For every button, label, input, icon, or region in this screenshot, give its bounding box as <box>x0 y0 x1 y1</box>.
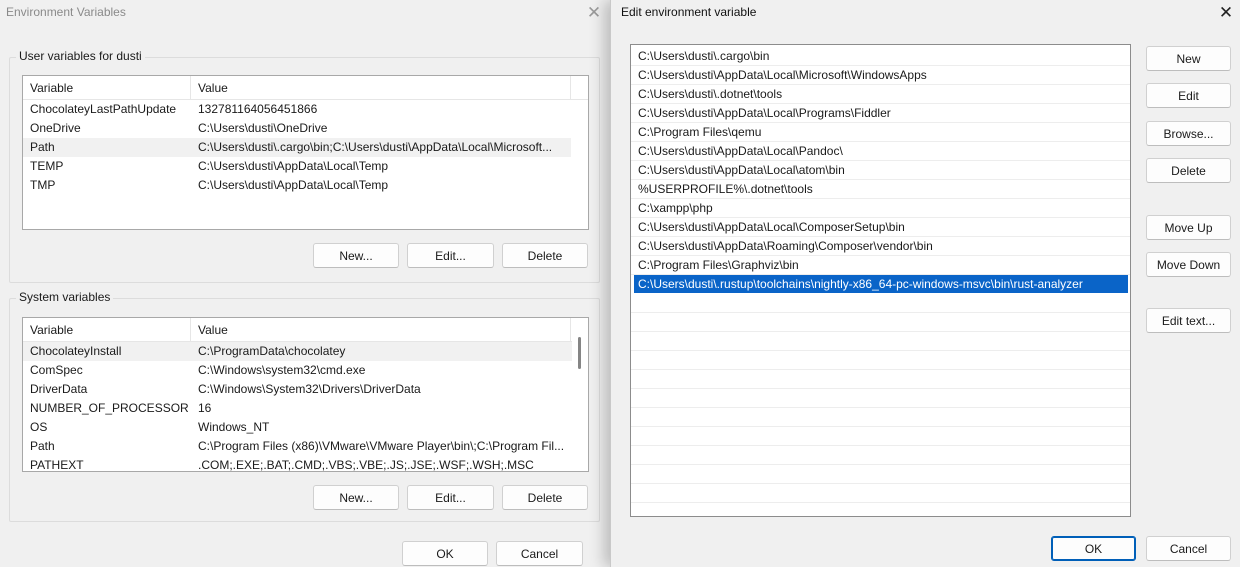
path-entry[interactable]: C:\Users\dusti\.cargo\bin <box>631 47 1130 66</box>
system-variable-variable-value: C:\Windows\system32\cmd.exe <box>198 363 366 377</box>
path-entry-empty[interactable] <box>631 370 1130 389</box>
user-new-button[interactable]: New... <box>313 243 399 268</box>
path-entry[interactable]: C:\Users\dusti\AppData\Local\atom\bin <box>631 161 1130 180</box>
system-variable-row[interactable]: OS Windows_NT <box>23 418 572 437</box>
path-delete-button[interactable]: Delete <box>1146 158 1231 183</box>
system-variables-label: System variables <box>16 290 114 304</box>
path-entry-empty[interactable] <box>631 332 1130 351</box>
system-variable-row[interactable]: DriverData C:\Windows\System32\Drivers\Dr… <box>23 380 572 399</box>
user-column-variable[interactable]: Variable <box>23 76 191 100</box>
path-entry[interactable]: C:\xampp\php <box>631 199 1130 218</box>
user-variable-variable-value: 132781164056451866 <box>198 102 318 116</box>
system-variable-variable-value: C:\Program Files (x86)\VMware\VMware Pla… <box>198 439 565 453</box>
path-entry[interactable]: C:\Program Files\Graphviz\bin <box>631 256 1130 275</box>
edit-titlebar: Edit environment variable ✕ <box>611 0 1240 24</box>
path-entries-list[interactable]: C:\Users\dusti\.cargo\bin C:\Users\dusti\… <box>630 44 1131 517</box>
system-edit-button[interactable]: Edit... <box>407 485 494 510</box>
environment-variables-dialog: Environment Variables ✕ User variables f… <box>0 0 610 567</box>
system-variable-row[interactable]: NUMBER_OF_PROCESSORS 16 <box>23 399 572 418</box>
path-edit-button[interactable]: Edit <box>1146 83 1231 108</box>
system-delete-button[interactable]: Delete <box>502 485 588 510</box>
user-delete-button[interactable]: Delete <box>502 243 588 268</box>
user-variables-label: User variables for dusti <box>16 49 145 63</box>
path-browse-button[interactable]: Browse... <box>1146 121 1231 146</box>
user-variable-variable-name: TMP <box>30 178 56 192</box>
path-entry[interactable]: %USERPROFILE%\.dotnet\tools <box>631 180 1130 199</box>
user-variable-variable-name: ChocolateyLastPathUpdate <box>30 102 177 116</box>
user-variable-variable-name: OneDrive <box>30 121 81 135</box>
path-entry-empty[interactable] <box>631 484 1130 503</box>
user-variable-variable-value: C:\Users\dusti\AppData\Local\Temp <box>198 159 389 173</box>
path-entry[interactable]: C:\Users\dusti\AppData\Local\Programs\Fi… <box>631 104 1130 123</box>
edit-ok-button[interactable]: OK <box>1051 536 1136 561</box>
system-variable-variable-name: Path <box>30 439 55 453</box>
system-variable-variable-name: ChocolateyInstall <box>30 344 122 358</box>
system-variable-variable-value: C:\Windows\System32\Drivers\DriverData <box>198 382 421 396</box>
path-entry-empty[interactable] <box>631 389 1130 408</box>
user-variable-row[interactable]: OneDrive C:\Users\dusti\OneDrive <box>23 119 571 138</box>
env-cancel-button[interactable]: Cancel <box>496 541 583 566</box>
system-variable-variable-name: PATHEXT <box>30 458 84 472</box>
path-entry[interactable]: C:\Users\dusti\AppData\Local\Microsoft\W… <box>631 66 1130 85</box>
user-variable-variable-value: C:\Users\dusti\.cargo\bin;C:\Users\dusti… <box>198 140 553 154</box>
path-entry-empty[interactable] <box>631 351 1130 370</box>
path-entry[interactable]: C:\Users\dusti\AppData\Local\Pandoc\ <box>631 142 1130 161</box>
system-list-header: Variable Value <box>23 318 588 342</box>
path-entry-empty[interactable] <box>631 313 1130 332</box>
user-edit-button[interactable]: Edit... <box>407 243 494 268</box>
user-variable-row[interactable]: TEMP C:\Users\dusti\AppData\Local\Temp <box>23 157 571 176</box>
user-variables-list[interactable]: Variable Value ChocolateyLastPathUpdate 1… <box>22 75 589 230</box>
path-entry-empty[interactable] <box>631 465 1130 484</box>
system-new-button[interactable]: New... <box>313 485 399 510</box>
system-column-value[interactable]: Value <box>191 318 571 342</box>
env-close-icon[interactable]: ✕ <box>580 1 608 23</box>
env-dialog-title: Environment Variables <box>6 5 126 19</box>
path-entry[interactable]: C:\Users\dusti\AppData\Local\ComposerSet… <box>631 218 1130 237</box>
system-variable-variable-value: Windows_NT <box>198 420 270 434</box>
user-variable-row[interactable]: ChocolateyLastPathUpdate 1327811640564518… <box>23 100 571 119</box>
system-scroll-thumb[interactable] <box>578 337 581 369</box>
system-variable-variable-name: DriverData <box>30 382 88 396</box>
path-entry-empty[interactable] <box>631 503 1130 516</box>
user-variable-row[interactable]: Path C:\Users\dusti\.cargo\bin;C:\Users\d… <box>23 138 571 157</box>
path-entry[interactable]: C:\Program Files\qemu <box>631 123 1130 142</box>
user-variable-variable-value: C:\Users\dusti\OneDrive <box>198 121 328 135</box>
system-variable-variable-name: NUMBER_OF_PROCESSORS <box>30 401 188 415</box>
system-variable-variable-value: C:\ProgramData\chocolatey <box>198 344 346 358</box>
path-entry[interactable]: C:\Users\dusti\.rustup\toolchains\nightl… <box>634 275 1128 293</box>
user-list-header: Variable Value <box>23 76 588 100</box>
path-move-down-button[interactable]: Move Down <box>1146 252 1231 277</box>
edit-dialog-title: Edit environment variable <box>621 5 757 19</box>
path-move-up-button[interactable]: Move Up <box>1146 215 1231 240</box>
user-variable-variable-name: TEMP <box>30 159 64 173</box>
edit-cancel-button[interactable]: Cancel <box>1146 536 1231 561</box>
path-entry[interactable]: C:\Users\dusti\.dotnet\tools <box>631 85 1130 104</box>
system-variable-row[interactable]: ChocolateyInstall C:\ProgramData\chocolat… <box>23 342 572 361</box>
path-new-button[interactable]: New <box>1146 46 1231 71</box>
user-variable-variable-name: Path <box>30 140 55 154</box>
edit-close-icon[interactable]: ✕ <box>1212 1 1240 23</box>
user-variable-row[interactable]: TMP C:\Users\dusti\AppData\Local\Temp <box>23 176 571 195</box>
path-entry-empty[interactable] <box>631 427 1130 446</box>
user-variable-variable-value: C:\Users\dusti\AppData\Local\Temp <box>198 178 389 192</box>
system-column-variable[interactable]: Variable <box>23 318 191 342</box>
env-titlebar: Environment Variables ✕ <box>0 0 610 24</box>
system-variable-variable-value: .COM;.EXE;.BAT;.CMD;.VBS;.VBE;.JS;.JSE;.… <box>198 458 534 472</box>
user-column-value[interactable]: Value <box>191 76 571 100</box>
env-ok-button[interactable]: OK <box>402 541 488 566</box>
system-list-scrollbar[interactable] <box>572 318 588 471</box>
edit-environment-variable-dialog: Edit environment variable ✕ C:\Users\dus… <box>610 0 1240 567</box>
system-variable-row[interactable]: ComSpec C:\Windows\system32\cmd.exe <box>23 361 572 380</box>
system-variable-variable-name: ComSpec <box>30 363 83 377</box>
system-variable-row[interactable]: Path C:\Program Files (x86)\VMware\VMware… <box>23 437 572 456</box>
path-entry-empty[interactable] <box>631 294 1130 313</box>
path-entry-empty[interactable] <box>631 408 1130 427</box>
path-edit-text-button[interactable]: Edit text... <box>1146 308 1231 333</box>
path-entry[interactable]: C:\Users\dusti\AppData\Roaming\Composer\… <box>631 237 1130 256</box>
system-variables-list[interactable]: Variable Value ChocolateyInstall C:\Progr… <box>22 317 589 472</box>
system-variable-variable-value: 16 <box>198 401 212 415</box>
system-variable-row[interactable]: PATHEXT .COM;.EXE;.BAT;.CMD;.VBS;.VBE;.JS… <box>23 456 572 472</box>
path-entry-empty[interactable] <box>631 446 1130 465</box>
system-variable-variable-name: OS <box>30 420 48 434</box>
